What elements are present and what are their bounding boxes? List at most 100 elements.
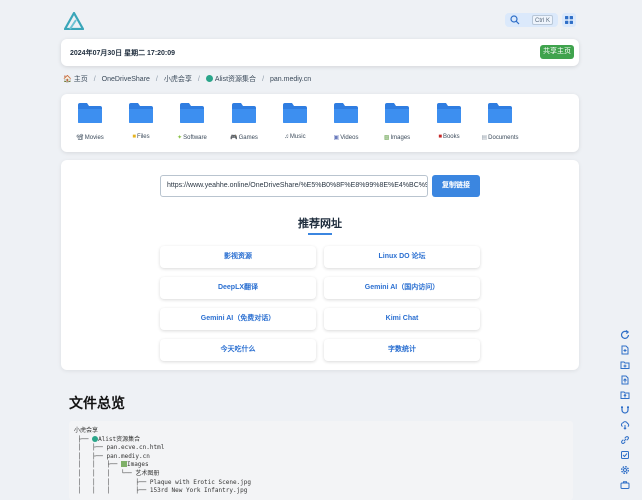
- copy-link-button[interactable]: 复制链接: [432, 175, 480, 197]
- folder-icon: [334, 103, 358, 123]
- link-what-to-eat[interactable]: 今天吃什么: [160, 339, 316, 361]
- folder-games[interactable]: 🎮Games: [219, 102, 269, 148]
- breadcrumb-onedriveshare[interactable]: OneDriveShare: [102, 74, 150, 86]
- link-gemini-free[interactable]: Gemini AI（免费对话）: [160, 308, 316, 330]
- small-folder-icon: ■: [132, 134, 136, 140]
- magnet-icon: [621, 406, 629, 414]
- new-folder-button[interactable]: [618, 358, 632, 372]
- upload-icon: [621, 375, 629, 385]
- folder-icon: [78, 103, 102, 123]
- link-button[interactable]: [618, 433, 632, 447]
- folder-label: Movies: [84, 135, 104, 141]
- checkbox-icon: [621, 451, 629, 459]
- folder-label: Music: [289, 134, 306, 140]
- settings-button[interactable]: [618, 463, 632, 477]
- breadcrumb-separator: /: [262, 76, 265, 83]
- folder-icon: [488, 103, 512, 123]
- folder-books[interactable]: ■Books: [424, 102, 474, 148]
- folder-icon: [283, 103, 307, 123]
- tree-node[interactable]: Images: [127, 461, 149, 468]
- gamepad-icon: 🎮: [230, 135, 238, 141]
- title-underline: [308, 233, 332, 235]
- apps-button[interactable]: [562, 13, 576, 27]
- refresh-icon: [620, 330, 630, 339]
- cloud-download-icon: [620, 421, 630, 430]
- folder-icon: [232, 103, 256, 123]
- folder-label: Documents: [488, 135, 519, 141]
- folder-software[interactable]: ✦Software: [167, 102, 217, 148]
- grid-icon: [565, 16, 573, 24]
- tree-node[interactable]: 153rd New York Infantry.jpg: [150, 487, 248, 494]
- file-overview-title: 文件总览: [69, 395, 125, 411]
- tree-node[interactable]: 艺术图册: [135, 470, 159, 477]
- folder-icon: [385, 103, 409, 123]
- folder-label: Games: [238, 135, 258, 141]
- current-datetime: 2024年07月30日 星期二 17:20:09: [70, 50, 176, 57]
- globe-icon: [205, 75, 213, 82]
- search-box[interactable]: Ctrl K: [505, 13, 558, 27]
- offline-download-button[interactable]: [618, 403, 632, 417]
- breadcrumb: 🏠 主页 / OneDriveShare / 小虎会享 / Alist资源集合 /…: [63, 74, 311, 86]
- tree-node[interactable]: Alist资源集合: [98, 436, 140, 443]
- folder-icon: [180, 103, 204, 123]
- movie-icon: 📽: [76, 135, 84, 141]
- breadcrumb-alist[interactable]: Alist资源集合: [205, 74, 256, 86]
- new-file-button[interactable]: [618, 343, 632, 357]
- tree-node[interactable]: pan.ecve.cn.html: [107, 444, 165, 451]
- logo-icon[interactable]: [63, 11, 85, 31]
- link-kimi-chat[interactable]: Kimi Chat: [324, 308, 480, 330]
- gear-icon: [621, 466, 629, 474]
- folder-documents[interactable]: ▤Documents: [475, 102, 525, 148]
- folder-label: Videos: [340, 135, 359, 141]
- breadcrumb-separator: /: [155, 76, 158, 83]
- link-word-count[interactable]: 字数统计: [324, 339, 480, 361]
- folder-images[interactable]: ▩Images: [372, 102, 422, 148]
- cloud-download-button[interactable]: [618, 418, 632, 432]
- select-button[interactable]: [618, 448, 632, 462]
- more-button[interactable]: [618, 478, 632, 492]
- share-url-input[interactable]: https://www.yeahhe.online/OneDriveShare/…: [160, 175, 428, 197]
- recommended-title: 推荐网址: [298, 218, 342, 230]
- folder-label: Files: [136, 134, 150, 140]
- new-file-icon: [621, 345, 629, 355]
- folder-upload-button[interactable]: [618, 388, 632, 402]
- share-panel: https://www.yeahhe.online/OneDriveShare/…: [61, 160, 579, 370]
- document-icon: ▤: [481, 135, 488, 141]
- link-deeplx[interactable]: DeepLX翻译: [160, 277, 316, 299]
- folder-movies[interactable]: 📽Movies: [65, 102, 115, 148]
- file-tree: 小虎会享 ├── Alist资源集合 │ ├── pan.ecve.cn.htm…: [69, 421, 573, 500]
- refresh-button[interactable]: [618, 328, 632, 342]
- link-icon: [621, 436, 629, 444]
- upload-button[interactable]: [618, 373, 632, 387]
- share-home-button[interactable]: 共享主页: [540, 45, 574, 59]
- folder-videos[interactable]: ▣Videos: [321, 102, 371, 148]
- music-icon: ♫: [284, 134, 289, 140]
- book-icon: ■: [438, 134, 442, 140]
- date-bar: 2024年07月30日 星期二 17:20:09 共享主页: [61, 39, 579, 66]
- toolbox-icon: [620, 481, 630, 489]
- tree-node[interactable]: pan.mediy.cn: [107, 453, 150, 460]
- folder-music[interactable]: ♫Music: [270, 102, 320, 148]
- search-icon: [510, 15, 520, 25]
- home-icon: 🏠: [63, 76, 72, 83]
- link-movie-resources[interactable]: 影视资源: [160, 246, 316, 268]
- folder-files[interactable]: ■Files: [116, 102, 166, 148]
- software-icon: ✦: [177, 135, 183, 141]
- new-folder-icon: [620, 361, 630, 369]
- breadcrumb-separator: /: [197, 76, 200, 83]
- tree-node[interactable]: 小虎会享: [74, 427, 98, 434]
- folder-icon: [437, 103, 461, 123]
- link-gemini-domestic[interactable]: Gemini AI（国内访问）: [324, 277, 480, 299]
- video-icon: ▣: [333, 135, 340, 141]
- link-linux-do[interactable]: Linux DO 论坛: [324, 246, 480, 268]
- tree-node[interactable]: Plaque with Erotic Scene.jpg: [150, 479, 251, 486]
- image-icon: ▩: [383, 135, 390, 141]
- folder-label: Books: [442, 134, 460, 140]
- folder-icon: [129, 103, 153, 123]
- top-bar: Ctrl K: [0, 0, 642, 40]
- breadcrumb-home[interactable]: 🏠 主页: [63, 74, 88, 86]
- breadcrumb-current[interactable]: pan.mediy.cn: [270, 74, 311, 86]
- folder-shortcuts: 📽Movies ■Files ✦Software 🎮Games ♫Music ▣…: [61, 94, 579, 152]
- breadcrumb-xiaohu[interactable]: 小虎会享: [164, 74, 192, 86]
- breadcrumb-separator: /: [93, 76, 96, 83]
